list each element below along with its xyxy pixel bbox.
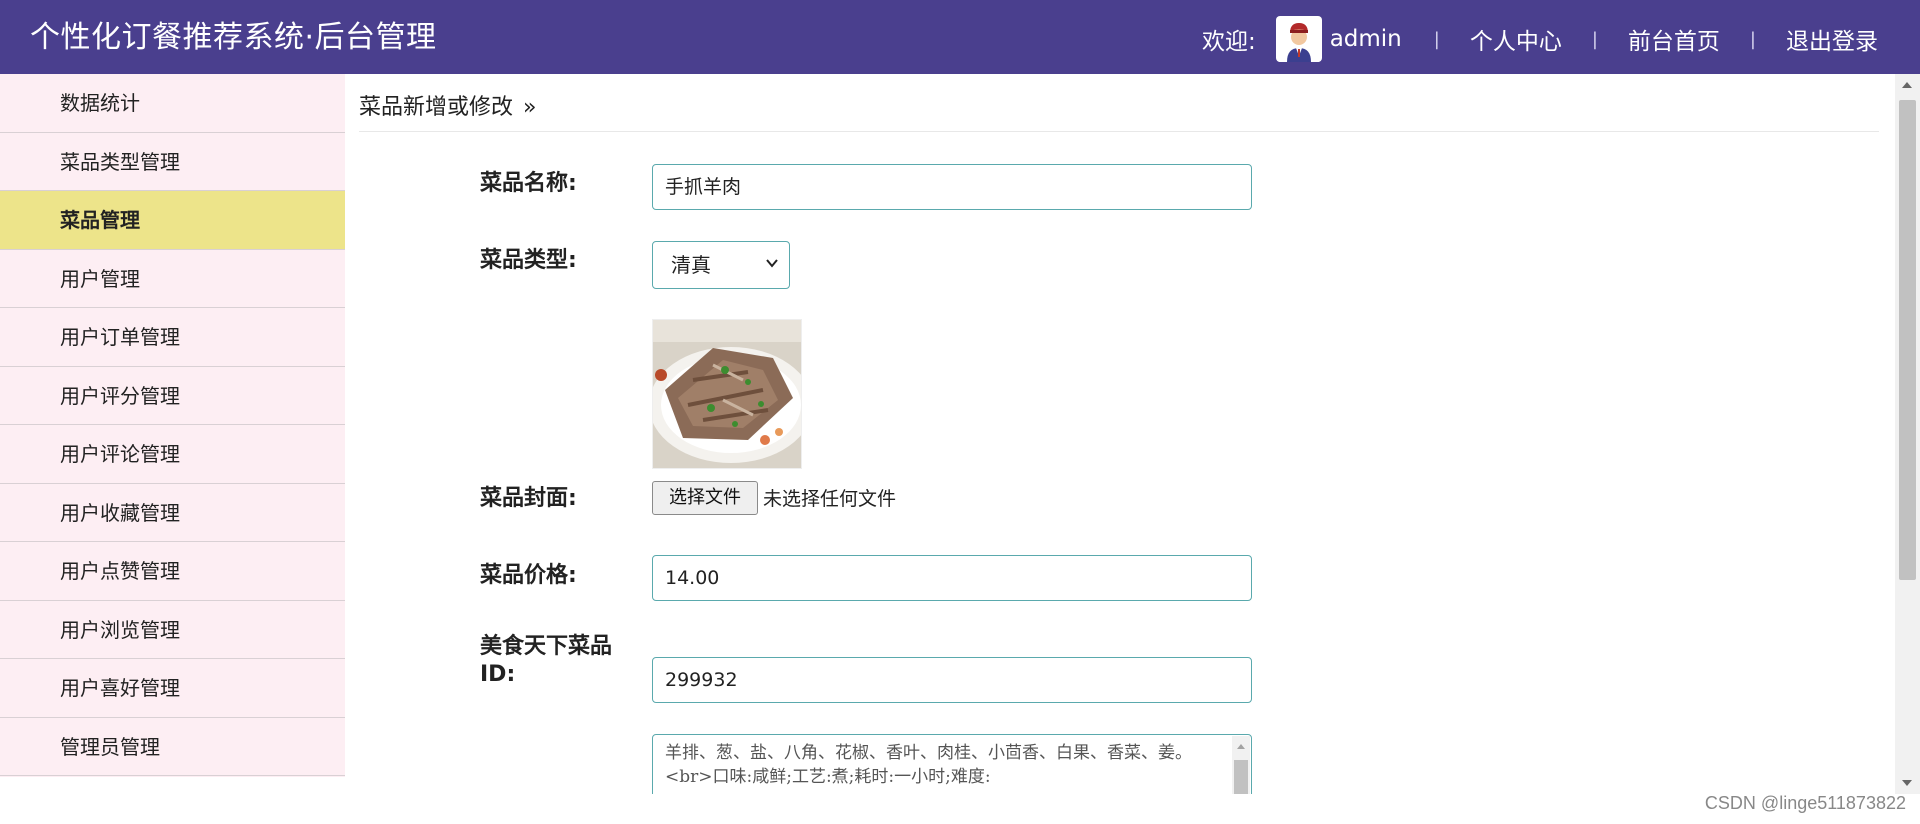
textarea-scroll-thumb[interactable] [1234,760,1248,794]
external-id-input[interactable]: 299932 [652,657,1252,703]
sidebar-item-preferences[interactable]: 用户喜好管理 [0,659,345,718]
dish-type-label: 菜品类型: [480,248,577,273]
sidebar-item-favorites[interactable]: 用户收藏管理 [0,484,345,542]
dish-type-select[interactable]: 清真 [652,241,790,289]
sidebar-item-statistics[interactable]: 数据统计 [0,74,345,133]
dish-photo-image [653,320,801,468]
dish-cover-preview [652,319,802,469]
personal-center-link[interactable]: 个人中心 [1470,22,1562,56]
nav-separator: | [1433,28,1440,50]
sidebar-item-dish-types[interactable]: 菜品类型管理 [0,133,345,191]
scroll-down-arrow-icon[interactable] [1902,780,1912,786]
logout-link[interactable]: 退出登录 [1786,22,1878,56]
main-content: 菜品新增或修改 » 菜品名称: 手抓羊肉 菜品类型: 清真 菜品封面: 选择文件 … [345,74,1895,794]
choose-file-button[interactable]: 选择文件 [652,481,758,515]
external-id-label-line1: 美食天下菜品 [480,634,613,659]
dish-price-label: 菜品价格: [480,563,577,588]
external-id-label-line2: ID: [480,662,516,687]
breadcrumb: 菜品新增或修改 » [359,92,1879,132]
sidebar-item-users[interactable]: 用户管理 [0,250,345,308]
welcome-label: 欢迎: [1201,29,1256,55]
scroll-up-arrow-icon[interactable] [1902,82,1912,88]
username[interactable]: admin [1330,26,1402,52]
sidebar-item-admins[interactable]: 管理员管理 [0,718,345,776]
sidebar-item-browsing[interactable]: 用户浏览管理 [0,601,345,659]
dish-name-label: 菜品名称: [480,171,577,196]
nav-separator: | [1591,28,1598,50]
sidebar-item-dishes[interactable]: 菜品管理 [0,191,345,250]
chevron-down-icon [766,259,778,268]
dish-name-input[interactable]: 手抓羊肉 [652,164,1252,210]
nav-separator: | [1749,28,1756,50]
dish-cover-label: 菜品封面: [480,486,577,511]
dish-price-input[interactable]: 14.00 [652,555,1252,601]
page-scroll-thumb[interactable] [1899,100,1916,580]
dish-type-value: 清真 [671,253,711,277]
page-scrollbar[interactable] [1895,74,1920,794]
sidebar-item-likes[interactable]: 用户点赞管理 [0,542,345,601]
external-id-label: 美食天下菜品 ID: [480,633,612,689]
user-nav: 欢迎: admin | 个人中心 | 前台首页 | 退出登录 [1202,16,1878,62]
sidebar-item-comments[interactable]: 用户评论管理 [0,425,345,484]
app-title: 个性化订餐推荐系统·后台管理 [30,20,437,55]
dish-description-text: 羊排、葱、盐、八角、花椒、香叶、肉桂、小茴香、白果、香菜、姜。<br>口味:咸鲜… [665,743,1192,787]
sidebar-menu: 数据统计 菜品类型管理 菜品管理 用户管理 用户订单管理 用户评分管理 用户评论… [0,74,345,777]
breadcrumb-text: 菜品新增或修改 [359,95,514,120]
sidebar-item-ratings[interactable]: 用户评分管理 [0,367,345,425]
textarea-scrollbar[interactable] [1232,736,1250,794]
user-avatar-icon [1278,18,1319,62]
avatar[interactable] [1275,16,1322,62]
breadcrumb-arrow-icon: » [523,95,537,120]
dish-description-textarea[interactable]: 羊排、葱、盐、八角、花椒、香叶、肉桂、小茴香、白果、香菜、姜。<br>口味:咸鲜… [652,734,1252,794]
sidebar-item-orders[interactable]: 用户订单管理 [0,308,345,367]
file-status-text: 未选择任何文件 [763,488,897,510]
frontend-home-link[interactable]: 前台首页 [1628,22,1720,56]
watermark: CSDN @linge511873822 [1704,793,1906,813]
top-header: 个性化订餐推荐系统·后台管理 欢迎: admin | 个人中心 | 前台首页 | [0,0,1920,74]
admin-app: 个性化订餐推荐系统·后台管理 欢迎: admin | 个人中心 | 前台首页 | [0,0,1920,824]
scroll-up-icon[interactable] [1232,740,1250,754]
